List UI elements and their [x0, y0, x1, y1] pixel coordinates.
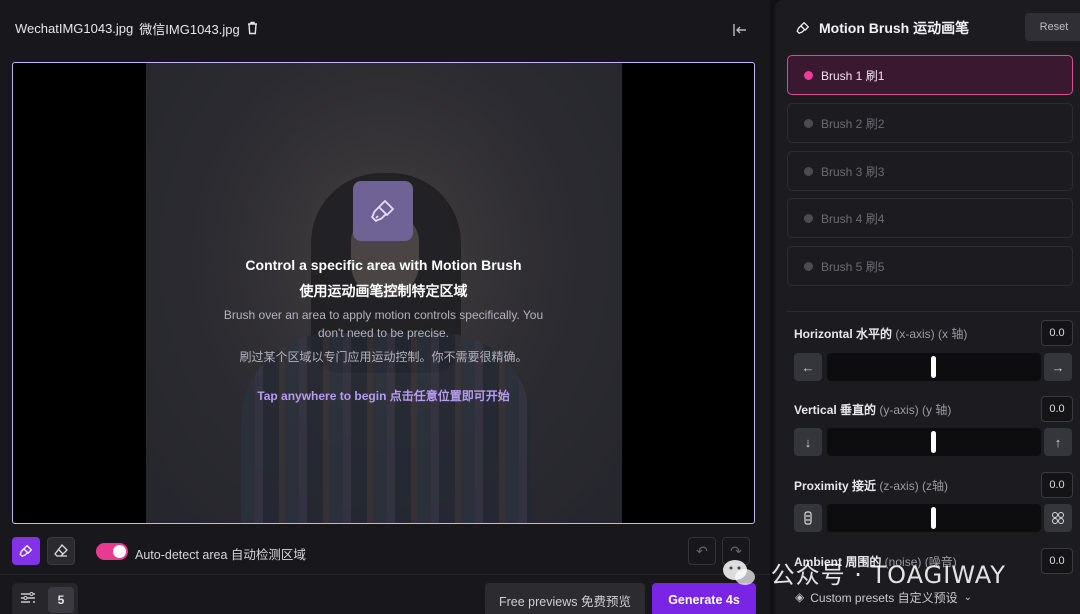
proximity-value[interactable]: 0.0	[1041, 472, 1073, 498]
arrow-up-icon[interactable]: ↑	[1044, 428, 1072, 456]
paintbrush-icon	[18, 543, 34, 559]
bottom-bar: 5 Free previews 免费预览 Generate 4s	[0, 574, 770, 614]
ambient-value[interactable]: 0.0	[1041, 548, 1073, 574]
vertical-value[interactable]: 0.0	[1041, 396, 1073, 422]
brush-tool-button[interactable]	[12, 537, 40, 565]
zoom-out-icon[interactable]	[1044, 504, 1072, 532]
tap-to-begin[interactable]: Tap anywhere to begin 点击任意位置即可开始	[12, 387, 755, 404]
editor-panel: WechatIMG1043.jpg 微信IMG1043.jpg Control …	[0, 0, 770, 614]
brush-color-dot	[804, 118, 813, 128]
brush-item-1[interactable]: Brush 1 刷1	[787, 55, 1073, 95]
paintbrush-icon	[353, 181, 413, 241]
eraser-tool-button[interactable]	[47, 537, 75, 565]
horizontal-label: Horizontal 水平的 (x-axis) (x 轴)	[794, 327, 968, 341]
brush-item-2[interactable]: Brush 2 刷2	[787, 103, 1073, 143]
brush-item-3[interactable]: Brush 3 刷3	[787, 151, 1073, 191]
horizontal-slider[interactable]	[827, 353, 1041, 381]
paintbrush-icon	[795, 20, 811, 36]
brush-label: Brush 3 刷3	[821, 164, 885, 179]
brush-color-dot	[804, 166, 813, 176]
hint-title: Control a specific area with Motion Brus…	[245, 257, 522, 273]
auto-detect-toggle[interactable]	[96, 543, 128, 560]
divider	[787, 311, 1080, 312]
auto-detect-label: Auto-detect area 自动检测区域	[135, 548, 306, 562]
brush-color-dot	[804, 70, 813, 80]
brush-color-dot	[804, 213, 813, 223]
steps-control[interactable]: 5	[12, 583, 78, 614]
arrow-left-icon[interactable]: ←	[794, 353, 822, 381]
file-name-cn: 微信IMG1043.jpg	[139, 21, 240, 37]
undo-icon[interactable]: ↶	[688, 537, 716, 565]
slider-thumb[interactable]	[931, 356, 936, 378]
steps-value[interactable]: 5	[48, 587, 74, 613]
brush-item-4[interactable]: Brush 4 刷4	[787, 198, 1073, 238]
hint-description: Brush over an area to apply motion contr…	[223, 308, 544, 340]
watermark: 公众号 · TOAGIWAY	[722, 555, 1006, 593]
proximity-slider[interactable]	[827, 504, 1041, 532]
horizontal-value[interactable]: 0.0	[1041, 320, 1073, 346]
brush-label: Brush 5 刷5	[821, 259, 885, 274]
zoom-in-icon[interactable]	[794, 504, 822, 532]
brush-color-dot	[804, 261, 813, 271]
slider-thumb[interactable]	[931, 431, 936, 453]
panel-title: Motion Brush 运动画笔	[819, 20, 970, 36]
file-bar: WechatIMG1043.jpg 微信IMG1043.jpg	[15, 18, 260, 38]
reset-button[interactable]: Reset	[1025, 13, 1080, 41]
collapse-panel-icon[interactable]	[730, 20, 750, 40]
sliders-icon	[20, 591, 38, 609]
eraser-icon	[54, 544, 68, 558]
chevron-down-icon: ⌄	[963, 591, 972, 603]
motion-brush-panel: Motion Brush 运动画笔 Reset Brush 1 刷1 Brush…	[775, 0, 1080, 614]
arrow-down-icon[interactable]: ↓	[794, 428, 822, 456]
canvas-toolbar: Auto-detect area 自动检测区域 ↶ ↷	[12, 537, 755, 565]
proximity-label: Proximity 接近 (z-axis) (z轴)	[794, 479, 949, 493]
trash-icon[interactable]	[246, 21, 260, 35]
brush-item-5[interactable]: Brush 5 刷5	[787, 246, 1073, 286]
wechat-icon	[722, 559, 756, 593]
brush-label: Brush 1 刷1	[821, 68, 885, 83]
brush-label: Brush 2 刷2	[821, 116, 885, 131]
vertical-slider[interactable]	[827, 428, 1041, 456]
hint-title-cn: 使用运动画笔控制特定区域	[299, 283, 468, 299]
hint-description-cn: 刷过某个区域以专门应用运动控制。你不需要很精确。	[239, 350, 528, 364]
brush-label: Brush 4 刷4	[821, 211, 885, 226]
file-name: WechatIMG1043.jpg	[15, 20, 134, 36]
canvas-hint: Control a specific area with Motion Brus…	[12, 62, 755, 524]
vertical-label: Vertical 垂直的 (y-axis) (y 轴)	[794, 403, 952, 417]
slider-thumb[interactable]	[931, 507, 936, 529]
watermark-text: 公众号 · TOAGIWAY	[770, 561, 1006, 589]
free-previews-button[interactable]: Free previews 免费预览	[485, 583, 645, 614]
panel-header: Motion Brush 运动画笔	[795, 18, 969, 38]
arrow-right-icon[interactable]: →	[1044, 353, 1072, 381]
